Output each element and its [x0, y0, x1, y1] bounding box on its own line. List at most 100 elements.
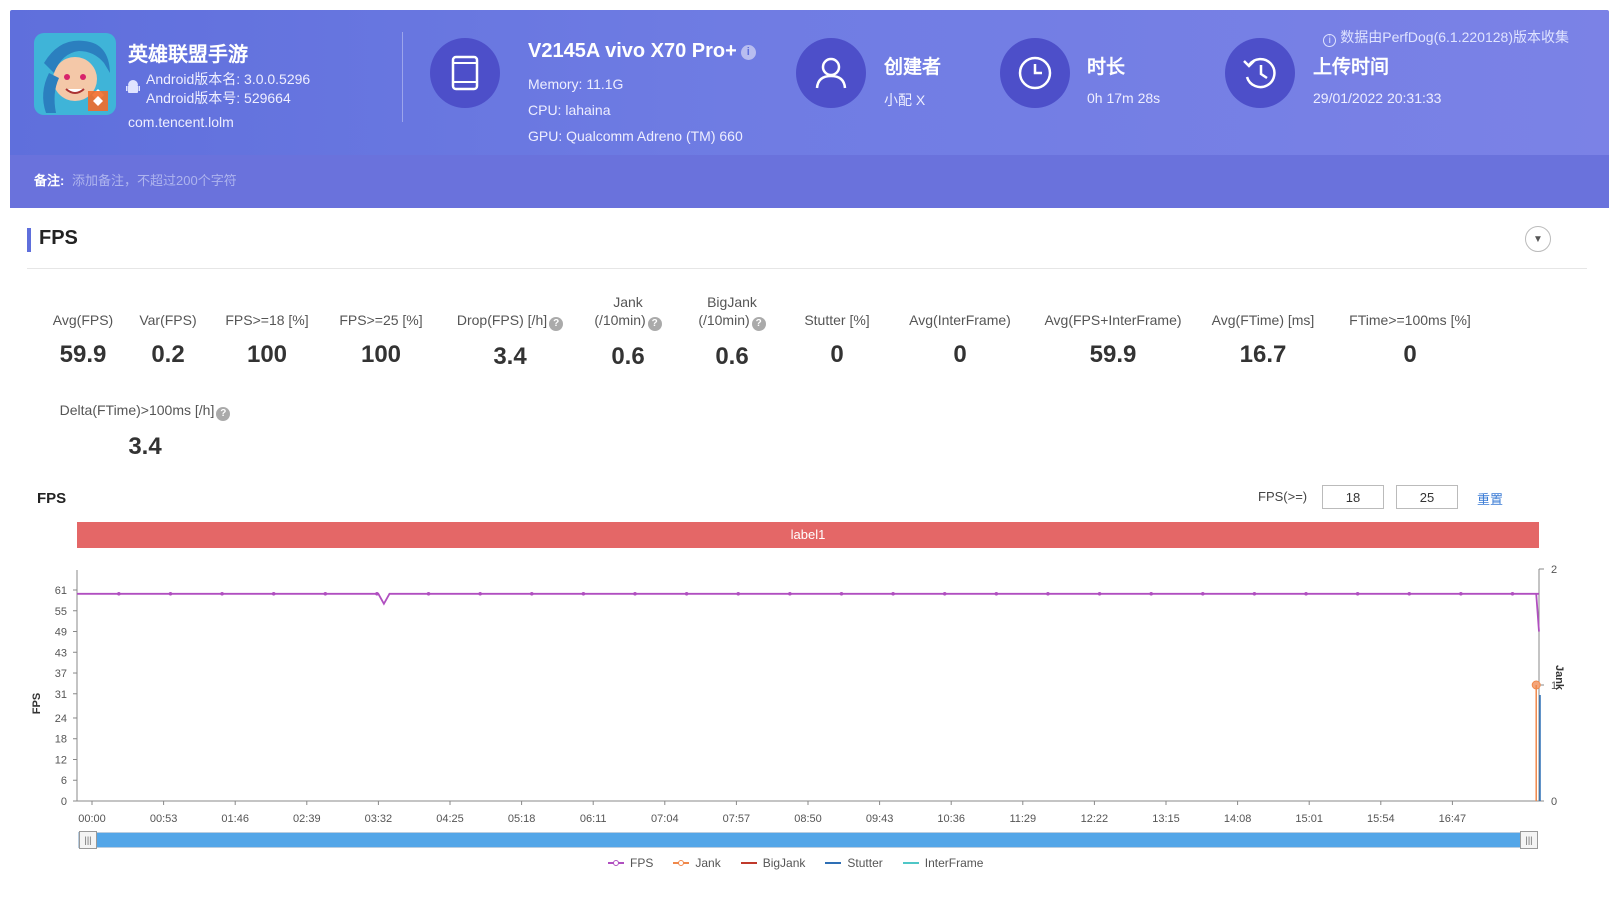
x-tick-label: 01:46: [221, 813, 249, 825]
fps-point: [426, 592, 431, 596]
legend-item[interactable]: Jank: [673, 856, 721, 870]
fps-point: [736, 592, 741, 596]
fps-point: [1149, 592, 1153, 596]
y-tick-label: 31: [55, 689, 67, 701]
x-tick-label: 00:00: [78, 813, 106, 825]
upload-value: 29/01/2022 20:31:33: [1313, 90, 1442, 106]
label-band[interactable]: label1: [77, 522, 1539, 548]
timeline-scrollbar[interactable]: [78, 832, 1538, 848]
fps-point: [633, 592, 637, 596]
fps-point: [684, 592, 689, 596]
legend-label: InterFrame: [924, 856, 984, 870]
device-gpu: GPU: Qualcomm Adreno (TM) 660: [528, 128, 743, 144]
fps-point: [994, 592, 999, 596]
x-tick-label: 14:08: [1224, 813, 1252, 825]
metric-bigjank: BigJank (/10min)? 0.6: [684, 293, 780, 371]
fps-chart[interactable]: 0612182431374349556101200:00 00:53 01:46 02…: [0, 550, 1619, 840]
device-cpu: CPU: lahaina: [528, 102, 611, 118]
x-tick-label: 02:39: [293, 813, 321, 825]
chart-title: FPS: [37, 490, 67, 507]
history-icon: [1225, 38, 1295, 108]
legend-item[interactable]: BigJank: [740, 856, 806, 870]
device-icon: [430, 38, 500, 108]
remark-bar: [10, 155, 1609, 208]
legend-item[interactable]: FPS: [608, 856, 653, 870]
metric-avg-interframe: Avg(InterFrame) 0: [909, 312, 1011, 368]
legend-marker: [613, 860, 619, 866]
legend-label: FPS: [630, 856, 654, 870]
x-tick-label: 15:01: [1295, 813, 1323, 825]
y-tick-label: 49: [55, 627, 67, 639]
fps-point: [788, 592, 792, 596]
scroll-handle-left[interactable]: |||: [79, 831, 97, 849]
x-tick-label: 04:25: [436, 813, 464, 825]
user-icon: [796, 38, 866, 108]
section-divider: [27, 268, 1587, 269]
report-header: i 数据由PerfDog(6.1.220128)版本收集 英雄联盟手游 Andro…: [10, 10, 1609, 208]
help-icon[interactable]: ?: [216, 407, 231, 421]
fps-point: [1252, 592, 1257, 596]
fps-point: [220, 592, 224, 596]
x-tick-label: 07:57: [723, 813, 751, 825]
creator-title: 创建者: [884, 57, 942, 78]
y-axis-label: FPS: [31, 693, 43, 714]
y-tick-label: 37: [55, 668, 67, 680]
fps-point: [1355, 592, 1360, 596]
x-tick-label: 05:18: [508, 813, 536, 825]
legend-label: Stutter: [847, 856, 883, 870]
y-tick-label: 61: [55, 585, 67, 597]
app-package: com.tencent.lolm: [128, 114, 234, 130]
fps-filter-label: FPS(>=): [1258, 489, 1308, 504]
x-tick-label: 13:15: [1152, 813, 1180, 825]
x-tick-label: 09:43: [866, 813, 894, 825]
chevron-down-icon: ▼: [1533, 233, 1543, 245]
fps-threshold-1-input[interactable]: [1322, 485, 1384, 509]
fps-point: [1407, 592, 1412, 596]
x-tick-label: 03:32: [365, 813, 393, 825]
collapse-button[interactable]: ▼: [1525, 226, 1551, 252]
reset-button[interactable]: 重置: [1477, 489, 1503, 508]
y-tick-label: 6: [61, 775, 67, 787]
x-tick-label: 15:54: [1367, 813, 1395, 825]
help-icon[interactable]: ?: [549, 317, 564, 331]
legend-swatch: [825, 862, 842, 864]
help-icon[interactable]: ?: [647, 317, 662, 331]
y-tick-label: 55: [55, 606, 67, 618]
device-info-icon[interactable]: i: [740, 45, 756, 60]
legend-label: BigJank: [762, 856, 806, 870]
legend-swatch: [902, 862, 919, 864]
metric-fps-18: FPS>=18 [%] 100: [225, 312, 309, 368]
legend-item[interactable]: InterFrame: [902, 856, 984, 870]
fps-threshold-2-input[interactable]: [1396, 485, 1458, 509]
y-tick-label: 12: [55, 754, 67, 766]
x-tick-label: 11:29: [1009, 813, 1036, 825]
fps-point: [942, 592, 947, 596]
scroll-handle-right[interactable]: |||: [1520, 831, 1538, 849]
app-version-info: Android版本名: 3.0.0.5296 Android版本号: 52966…: [146, 71, 311, 106]
x-tick-label: 10:36: [937, 813, 965, 825]
device-memory: Memory: 11.1G: [528, 76, 624, 92]
y-right-axis-label: Jank: [1553, 665, 1565, 691]
y-tick-label: 0: [61, 796, 67, 808]
fps-point: [117, 592, 121, 596]
legend-item[interactable]: Stutter: [825, 856, 883, 870]
y-tick-label: 24: [55, 713, 67, 725]
x-tick-label: 00:53: [150, 813, 178, 825]
x-tick-label: 06:11: [580, 813, 607, 825]
remark-label: 备注:: [34, 173, 65, 188]
clock-icon: [1000, 38, 1070, 108]
device-name: V2145A vivo X70 Pro+ i: [528, 40, 756, 63]
remark-input[interactable]: 添加备注，不超过200个字符: [72, 170, 237, 189]
metric-ftime-100ms: FTime>=100ms [%] 0: [1349, 312, 1471, 368]
y-tick-label: 43: [55, 647, 67, 659]
app-icon: [34, 33, 116, 115]
android-icon: [126, 80, 140, 101]
fps-point: [581, 592, 586, 596]
help-icon[interactable]: ?: [751, 317, 766, 331]
metric-avg-fps: Avg(FPS) 59.9: [52, 312, 114, 368]
metric-jank: Jank (/10min)? 0.6: [580, 293, 676, 371]
info-icon: i: [1323, 34, 1337, 47]
fps-point: [1097, 592, 1102, 596]
header-divider: [402, 32, 403, 122]
upload-title: 上传时间: [1313, 57, 1390, 78]
